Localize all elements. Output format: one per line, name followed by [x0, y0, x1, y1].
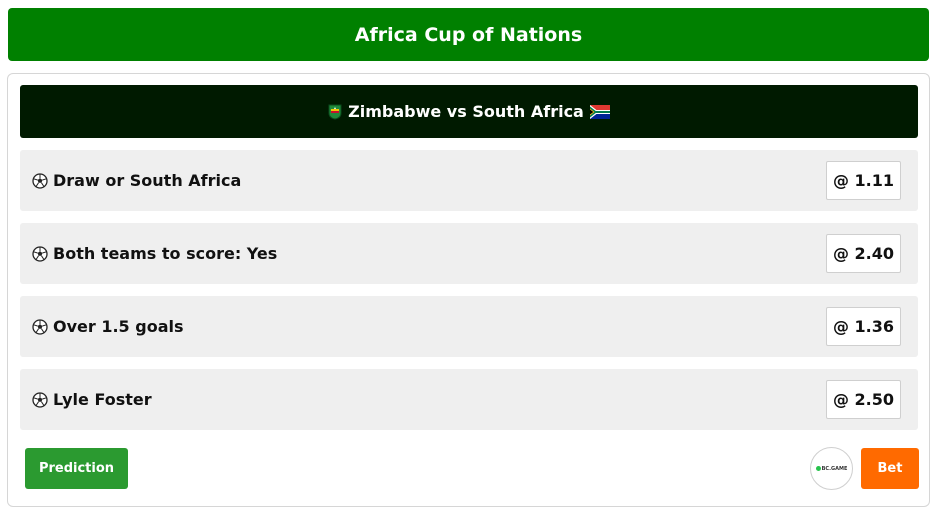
odds-box[interactable]: @ 1.36 [825, 307, 901, 346]
competition-header: Africa Cup of Nations [8, 8, 929, 61]
zimbabwe-flag-icon [328, 104, 342, 120]
tips-card: Zimbabwe vs South Africa Draw or South A… [7, 73, 930, 507]
match-title-bar: Zimbabwe vs South Africa [20, 85, 918, 138]
soccer-ball-icon [32, 391, 48, 408]
tip-row: Lyle Foster @ 2.50 [20, 369, 918, 430]
tip-label: Draw or South Africa [53, 171, 242, 190]
competition-title: Africa Cup of Nations [354, 23, 583, 46]
bookmaker-logo[interactable]: BC.GAME [810, 447, 853, 490]
tip-label: Lyle Foster [53, 390, 152, 409]
tip-row: Both teams to score: Yes @ 2.40 [20, 223, 918, 284]
bookmaker-logo-text: BC.GAME [821, 465, 848, 472]
tip-label: Over 1.5 goals [53, 317, 184, 336]
soccer-ball-icon [32, 318, 48, 335]
prediction-button[interactable]: Prediction [25, 448, 128, 489]
odds-box[interactable]: @ 1.11 [825, 161, 901, 200]
match-title: Zimbabwe vs South Africa [348, 102, 584, 121]
tip-row: Over 1.5 goals @ 1.36 [20, 296, 918, 357]
south-africa-flag-icon [589, 104, 610, 119]
odds-box[interactable]: @ 2.50 [825, 380, 901, 419]
bookmaker-logo-mark [815, 466, 821, 471]
bet-button[interactable]: Bet [861, 448, 919, 489]
tip-row: Draw or South Africa @ 1.11 [20, 150, 918, 211]
soccer-ball-icon [32, 245, 48, 262]
soccer-ball-icon [32, 172, 48, 189]
odds-box[interactable]: @ 2.40 [825, 234, 901, 273]
tip-label: Both teams to score: Yes [53, 244, 278, 263]
